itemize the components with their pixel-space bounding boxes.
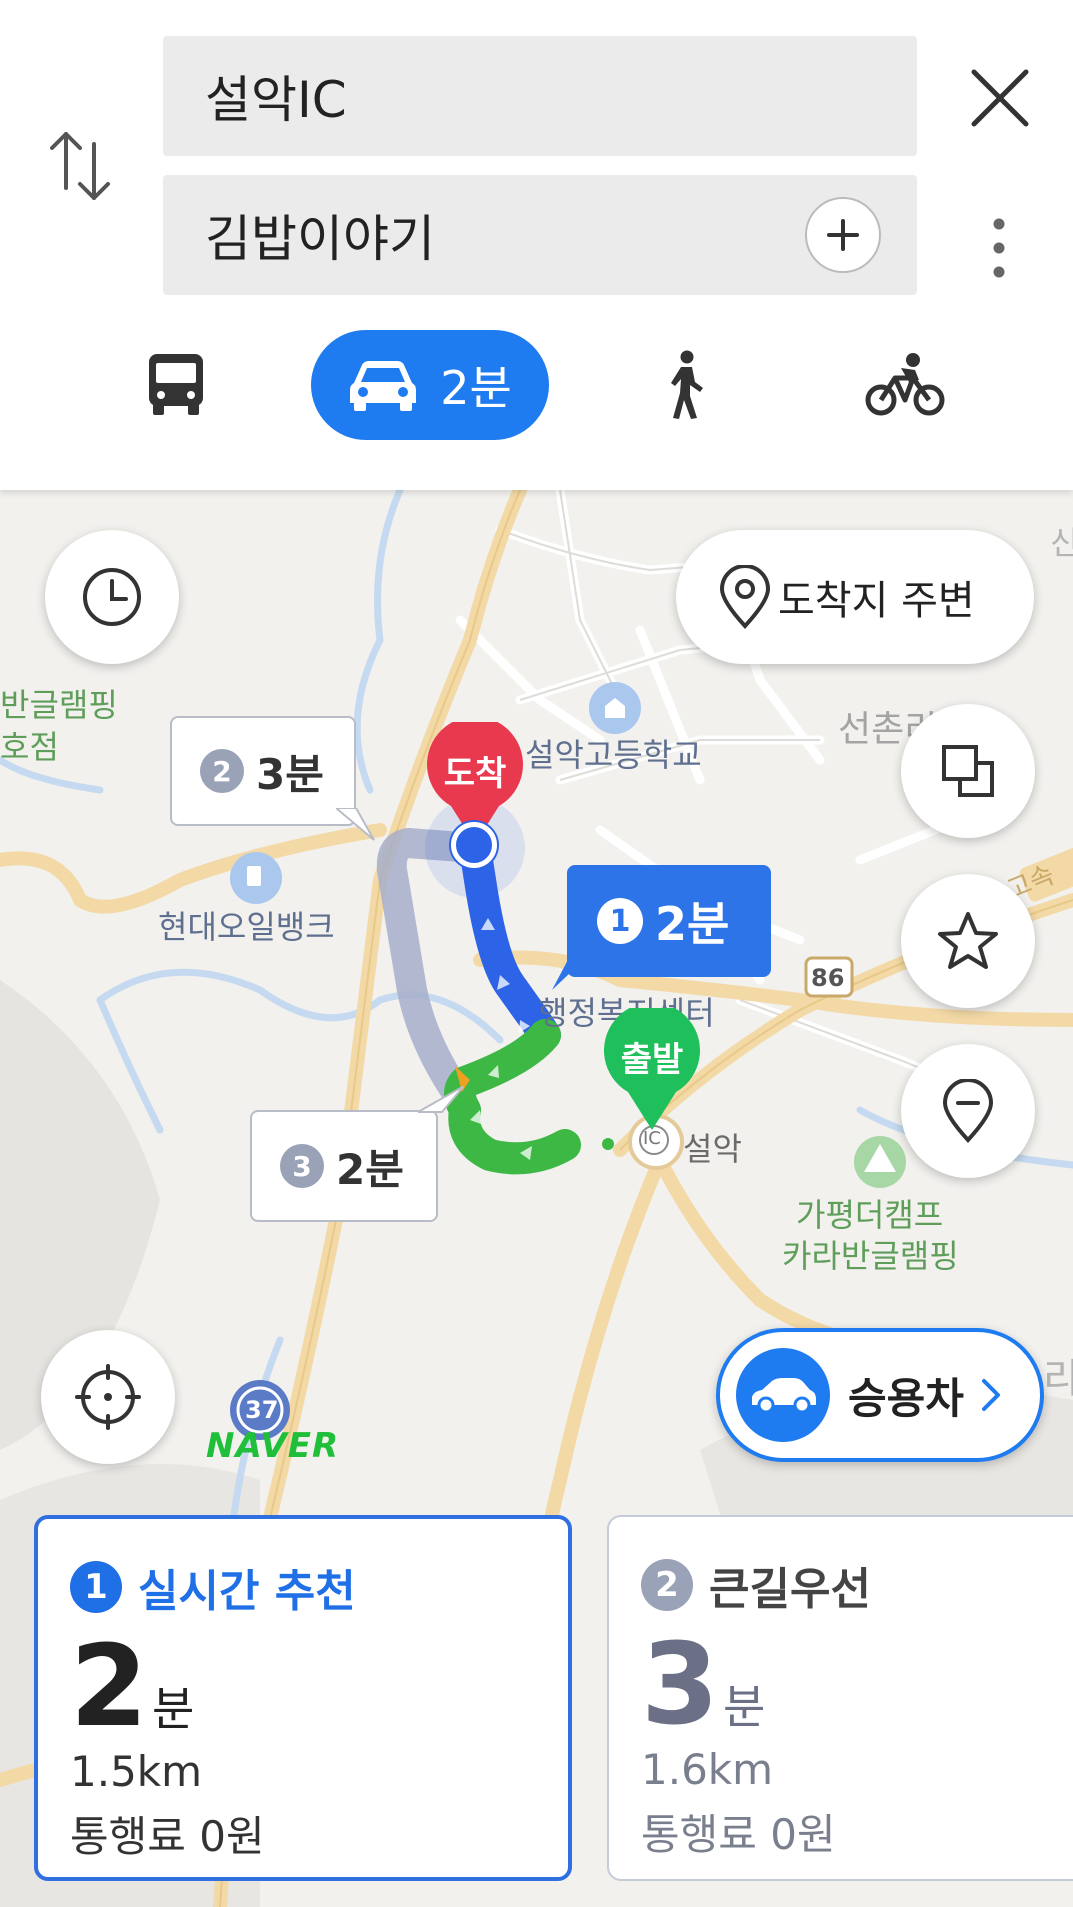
route-card-2-unit: 분 <box>722 1680 766 1734</box>
swap-icon[interactable] <box>46 128 114 204</box>
arrive-pin-label: 도착 <box>443 754 507 794</box>
route-card-2-minutes: 3 <box>641 1620 719 1750</box>
route-1-bubble[interactable]: 1 2분 <box>567 865 771 977</box>
destination-marker <box>451 822 497 868</box>
route-3-badge: 3 <box>280 1144 324 1188</box>
label-camp-1: 가평더캠프 <box>796 1196 944 1234</box>
mode-walk[interactable] <box>656 330 716 440</box>
route-card-2-title-row: 2 큰길우선 <box>641 1553 871 1617</box>
location-pin-icon <box>719 565 771 629</box>
route-card-1[interactable]: 1 실시간 추천 2분 1.5km 통행료 0원 <box>34 1515 572 1881</box>
route-1-time: 2분 <box>655 897 730 951</box>
clock-icon <box>83 568 141 626</box>
crosshair-icon <box>75 1364 141 1430</box>
label-camp-2: 카라반글램핑 <box>782 1237 959 1275</box>
route-search-header: 설악IC 김밥이야기 2분 <box>0 0 1073 490</box>
label-right-mid: 리 <box>1043 1356 1073 1402</box>
route-card-2-distance: 1.6km <box>641 1745 774 1794</box>
label-road-86: 86 <box>811 964 845 992</box>
vehicle-type-button[interactable]: 승용차 <box>716 1328 1044 1462</box>
route-3-bubble-tail <box>418 1086 464 1113</box>
mode-bus[interactable] <box>130 330 222 440</box>
route-card-1-minutes: 2 <box>70 1622 148 1752</box>
more-icon[interactable] <box>988 216 1010 280</box>
route-card-1-unit: 분 <box>151 1682 195 1736</box>
pin-minus-icon <box>942 1079 994 1143</box>
label-left-2: 호점 <box>0 728 59 766</box>
favorite-button[interactable] <box>901 874 1035 1008</box>
car-time-label: 2분 <box>440 361 512 415</box>
route-card-1-title: 실시간 추천 <box>138 1566 356 1617</box>
vehicle-type-label: 승용차 <box>848 1373 964 1423</box>
sedan-icon <box>752 1378 816 1414</box>
route-2-bubble-tail <box>336 808 375 841</box>
close-icon[interactable] <box>970 68 1030 128</box>
route-card-1-distance: 1.5km <box>70 1747 203 1796</box>
destination-field[interactable]: 김밥이야기 <box>163 175 917 295</box>
route-3-bubble[interactable]: 3 2분 <box>250 1110 438 1222</box>
route-1-badge: 1 <box>597 898 643 944</box>
label-road-37: 37 <box>245 1396 279 1424</box>
route-1-bubble-tail <box>552 956 588 990</box>
depart-pin[interactable]: 출발 <box>602 1002 702 1130</box>
route-card-2-toll: 통행료 0원 <box>641 1810 836 1859</box>
star-icon <box>938 912 998 969</box>
my-location-button[interactable] <box>41 1330 175 1464</box>
destination-text: 김밥이야기 <box>205 210 435 268</box>
route-card-2-duration: 3분 <box>641 1629 765 1741</box>
time-button[interactable] <box>45 530 179 664</box>
route-card-1-toll: 통행료 0원 <box>70 1812 265 1861</box>
label-ic-badge: IC <box>643 1128 661 1149</box>
naver-logo: NAVER <box>206 1426 340 1466</box>
layers-button[interactable] <box>901 704 1035 838</box>
route-card-2-badge: 2 <box>641 1559 693 1611</box>
walk-icon <box>671 350 703 419</box>
vehicle-icon-circle <box>736 1348 830 1442</box>
destination-around-button[interactable]: 도착지 주변 <box>676 530 1034 664</box>
label-gas-station: 현대오일뱅크 <box>158 908 335 946</box>
route-3-time: 2분 <box>336 1144 404 1194</box>
route-2-badge: 2 <box>200 749 244 793</box>
destination-around-label: 도착지 주변 <box>778 578 975 624</box>
bike-icon <box>865 353 945 416</box>
mode-car[interactable]: 2분 <box>311 330 549 440</box>
layers-icon <box>942 745 994 797</box>
route-card-1-title-row: 1 실시간 추천 <box>70 1555 356 1619</box>
bus-icon <box>149 354 203 415</box>
route-card-2-title: 큰길우선 <box>709 1564 871 1615</box>
plus-icon <box>827 219 859 251</box>
route-card-2[interactable]: 2 큰길우선 3분 1.6km 통행료 0원 <box>607 1515 1073 1881</box>
mode-bike[interactable] <box>862 330 948 440</box>
origin-field[interactable]: 설악IC <box>163 36 917 156</box>
remove-waypoint-button[interactable] <box>901 1044 1035 1178</box>
chevron-right-icon <box>981 1379 1000 1411</box>
route-card-1-duration: 2분 <box>70 1631 194 1743</box>
label-right-top: 신 <box>1050 524 1073 562</box>
label-left-1: 반글램핑 <box>0 686 118 724</box>
label-school: 설악고등학교 <box>525 736 702 774</box>
car-icon <box>350 361 417 411</box>
add-waypoint-button[interactable] <box>805 197 881 273</box>
route-2-time: 3분 <box>256 749 324 799</box>
route-2-bubble[interactable]: 2 3분 <box>170 716 356 826</box>
depart-pin-label: 출발 <box>620 1040 684 1080</box>
route-card-1-badge: 1 <box>70 1561 122 1613</box>
origin-text: 설악IC <box>205 71 347 129</box>
label-ic: 설악 <box>683 1130 742 1168</box>
